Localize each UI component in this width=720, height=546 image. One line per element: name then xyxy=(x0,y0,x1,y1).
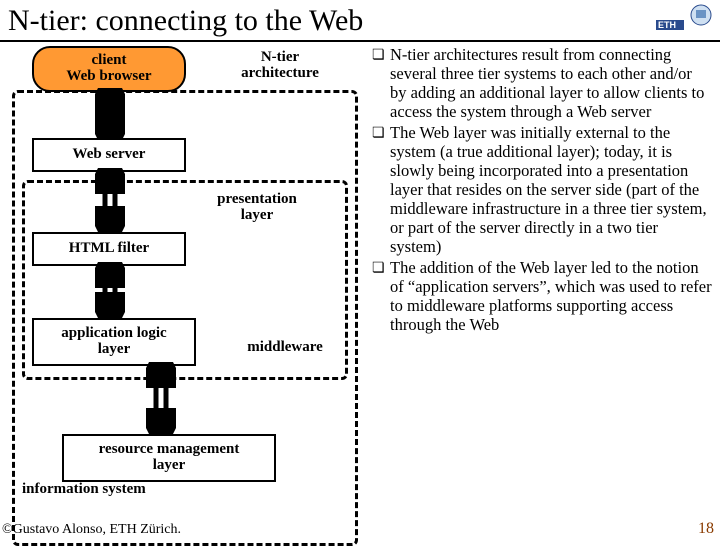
arrow-applogic-resource xyxy=(146,362,176,439)
information-system-label: information system xyxy=(22,482,222,498)
html-filter-box: HTML filter xyxy=(32,232,186,266)
bullet-mark-icon: ❏ xyxy=(372,46,390,122)
arrow-webserver-html xyxy=(95,168,125,237)
diagram-area: client Web browser N-tier architecture xyxy=(0,42,370,337)
bullet-item: ❏ N-tier architectures result from conne… xyxy=(372,46,712,122)
bullet-mark-icon: ❏ xyxy=(372,124,390,257)
svg-text:ETH: ETH xyxy=(658,20,676,30)
page-title: N-tier: connecting to the Web xyxy=(0,0,720,42)
arrow-client-webserver xyxy=(95,88,125,145)
bullet-mark-icon: ❏ xyxy=(372,259,390,335)
client-label: client xyxy=(92,53,127,69)
resource-mgmt-box: resource management layer xyxy=(62,434,276,482)
eth-logo: ETH xyxy=(656,2,716,32)
bullet-item: ❏ The addition of the Web layer led to t… xyxy=(372,259,712,335)
page-number: 18 xyxy=(698,520,714,538)
middleware-label: middleware xyxy=(230,340,340,356)
bullet-text: The Web layer was initially external to … xyxy=(390,124,712,257)
application-logic-box: application logic layer xyxy=(32,318,196,366)
bullet-list: ❏ N-tier architectures result from conne… xyxy=(370,42,720,337)
ntier-label: N-tier architecture xyxy=(220,50,340,82)
footer-copyright: ©Gustavo Alonso, ETH Zürich. xyxy=(2,522,181,538)
bullet-item: ❏ The Web layer was initially external t… xyxy=(372,124,712,257)
presentation-label: presentation layer xyxy=(192,192,322,224)
bullet-text: The addition of the Web layer led to the… xyxy=(390,259,712,335)
arrow-html-applogic xyxy=(95,262,125,323)
client-box: client Web browser xyxy=(32,46,186,92)
web-browser-label: Web browser xyxy=(66,69,151,85)
bullet-text: N-tier architectures result from connect… xyxy=(390,46,712,122)
web-server-box: Web server xyxy=(32,138,186,172)
